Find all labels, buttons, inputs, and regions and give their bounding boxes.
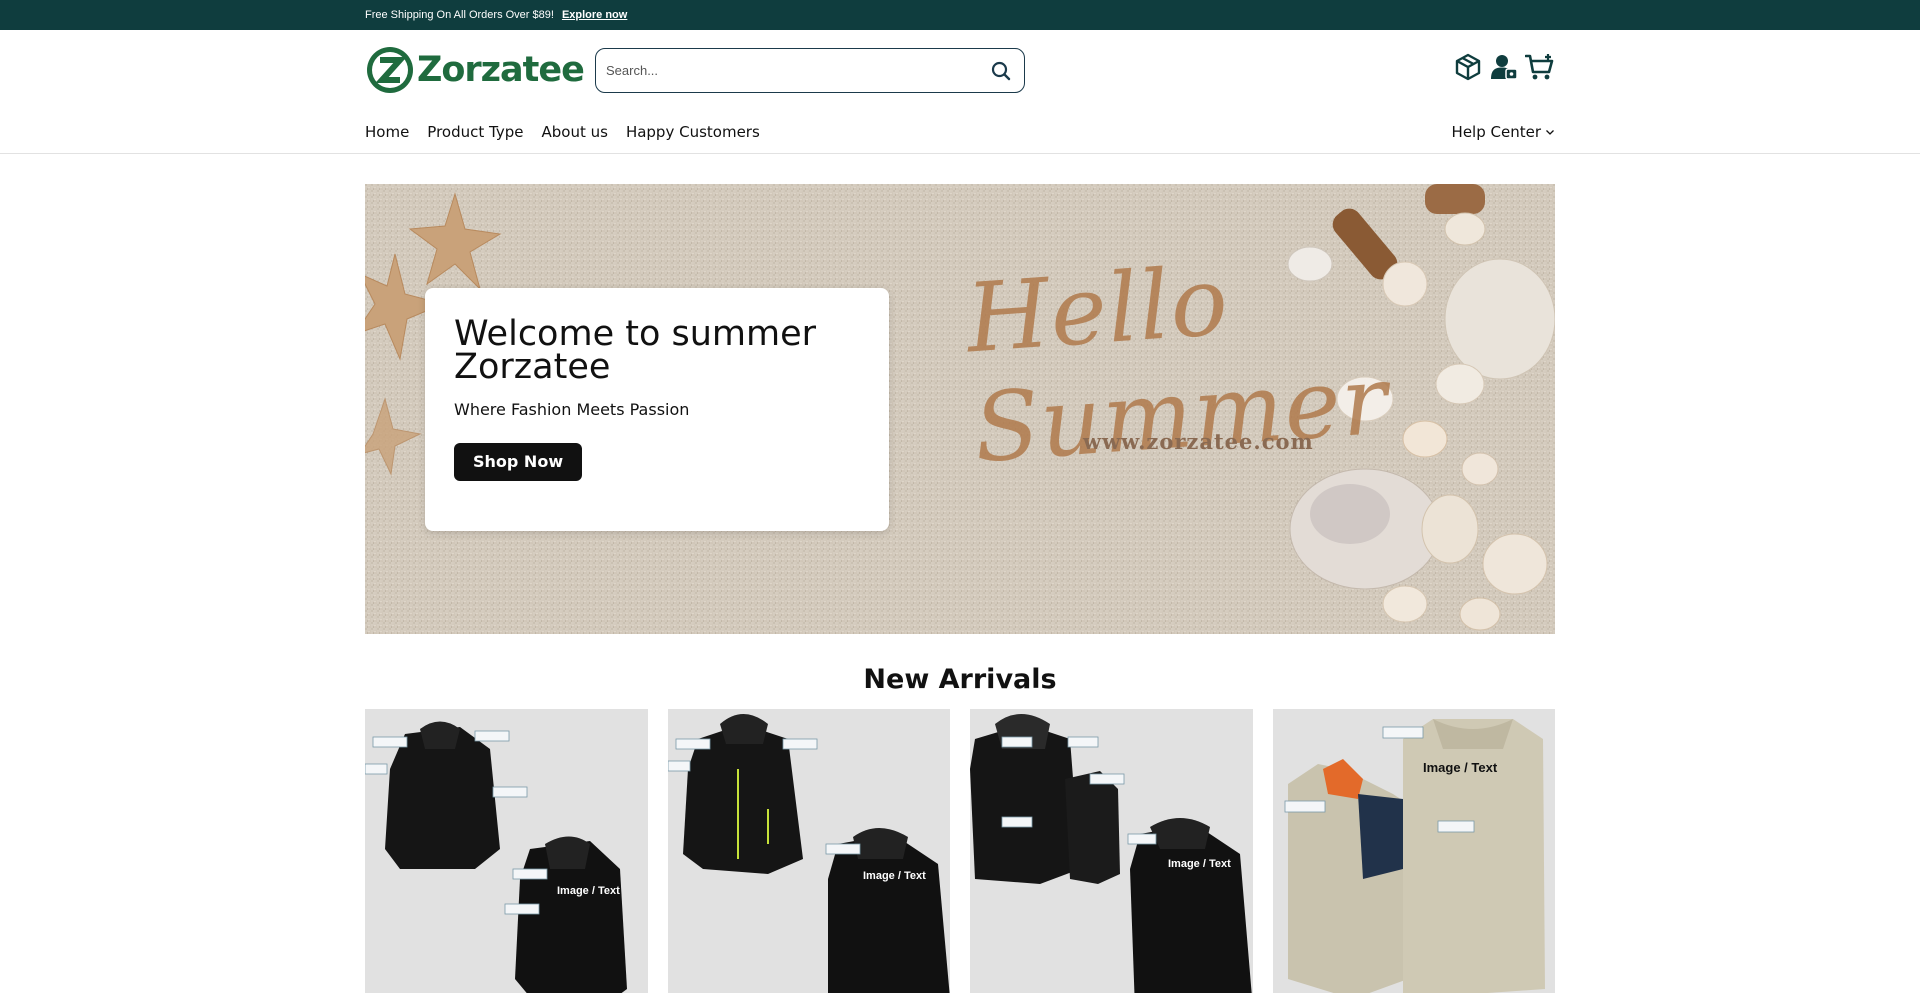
search-icon [991,61,1011,80]
help-center-dropdown[interactable]: Help Center [1452,123,1555,141]
main-nav: Home Product Type About us Happy Custome… [0,110,1920,154]
logo[interactable]: Zorzatee [365,45,585,95]
announcement-text: Free Shipping On All Orders Over $89! [365,9,554,21]
box-icon [1455,53,1481,81]
product-image: Image / Text [667,714,950,993]
hero-url-text: www.zorzatee.com [1083,429,1314,454]
product-card[interactable]: Image / Text [667,709,950,993]
search-bar [595,48,1025,93]
product-card[interactable]: Image / Text [1272,709,1555,993]
site-header: Zorzatee [365,30,1555,110]
product-image: Image / Text [1284,719,1545,993]
logo-text: Zorzatee [417,50,585,90]
hero-card: Welcome to summer Zorzatee Where Fashion… [425,288,889,531]
shop-now-button[interactable]: Shop Now [454,443,583,481]
product-image-label: Image / Text [1168,858,1231,870]
cart-icon [1525,54,1554,80]
product-image-label: Image / Text [557,885,620,897]
account-icon [1491,55,1518,80]
hero-banner: Hello Summer www.zorzatee.com Welcome to… [365,184,1555,634]
product-grid: Image / Text Image / Text Image / Text I… [365,709,1555,993]
product-image: Image / Text [970,714,1252,993]
nav-happy-customers[interactable]: Happy Customers [626,123,760,141]
nav-about-us[interactable]: About us [541,123,607,141]
hero-title: Welcome to summer Zorzatee [454,314,817,387]
nav-product-type[interactable]: Product Type [427,123,523,141]
cart-button[interactable] [1525,52,1555,82]
product-image-label: Image / Text [863,870,926,882]
track-order-button[interactable] [1453,52,1483,82]
explore-now-link[interactable]: Explore now [562,9,627,21]
product-image-label: Image / Text [1423,760,1498,775]
product-card[interactable]: Image / Text [365,709,648,993]
product-card[interactable]: Image / Text [970,709,1253,993]
chevron-down-icon [1546,130,1554,135]
announcement-bar: Free Shipping On All Orders Over $89! Ex… [0,0,1920,30]
hero-subtitle: Where Fashion Meets Passion [454,400,690,419]
account-button[interactable] [1489,52,1519,82]
logo-mark-icon [367,47,413,93]
search-button[interactable] [988,58,1014,84]
header-icons [1453,52,1555,82]
nav-home[interactable]: Home [365,123,409,141]
product-image: Image / Text [365,721,627,993]
new-arrivals-title: New Arrivals [863,664,1057,695]
search-input[interactable] [606,63,988,78]
help-center-label: Help Center [1451,123,1541,141]
